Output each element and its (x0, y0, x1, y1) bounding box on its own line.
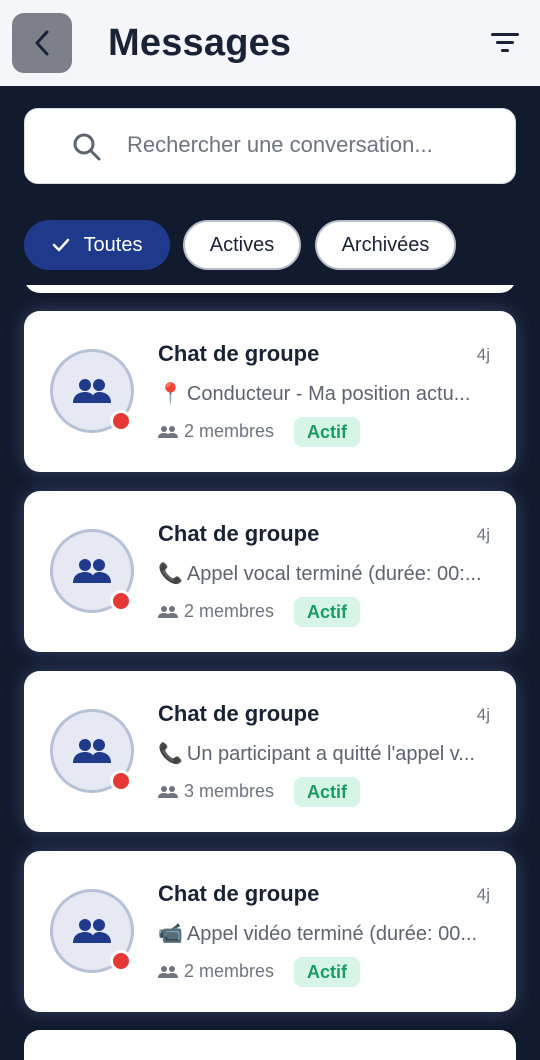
status-dot (110, 590, 132, 612)
check-icon (52, 238, 70, 252)
members-count: 2 membres (158, 601, 274, 622)
group-icon (73, 919, 111, 943)
filter-icon (491, 33, 519, 52)
search-bar[interactable] (24, 108, 516, 184)
filter-chip-archived-label: Archivées (341, 233, 430, 256)
members-label: 2 membres (184, 601, 275, 621)
status-badge: Actif (294, 957, 360, 987)
conversation-time: 4j (476, 345, 490, 364)
conversation-preview-text: Appel vidéo terminé (durée: 00... (186, 923, 478, 945)
conversation-preview: 📍 Conducteur - Ma position actu... (158, 381, 490, 406)
conversation-preview: 📞 Appel vocal terminé (durée: 00:... (158, 561, 490, 586)
conversation-preview-text: Conducteur - Ma position actu... (186, 383, 471, 405)
chevron-left-icon (35, 30, 49, 56)
conversation-card-partial[interactable] (24, 1030, 516, 1060)
conversation-preview: 📞 Un participant a quitté l'appel v... (158, 741, 490, 766)
filter-chip-all-label: Toutes (83, 233, 143, 256)
conversation-name: Chat de groupe (158, 701, 320, 726)
pin-icon: 📍 (158, 383, 183, 405)
conversation-preview-text: Appel vocal terminé (durée: 00:... (186, 563, 482, 585)
members-label: 2 membres (184, 961, 275, 981)
filter-chip-archived[interactable]: Archivées (315, 220, 456, 270)
status-badge: Actif (294, 777, 360, 807)
filter-chip-active[interactable]: Actives (183, 220, 301, 270)
people-icon (158, 785, 178, 799)
status-dot (110, 770, 132, 792)
group-icon (73, 379, 111, 403)
status-dot (110, 410, 132, 432)
conversation-list[interactable]: Chat de groupe 4j 📍 Conducteur - Ma posit… (0, 285, 540, 1060)
people-icon (158, 425, 178, 439)
page-title: Messages (108, 22, 292, 64)
header-bar: Messages (0, 0, 540, 86)
members-count: 2 membres (158, 961, 274, 982)
status-dot (110, 950, 132, 972)
conversation-preview-text: Un participant a quitté l'appel v... (186, 743, 475, 765)
conversation-card-partial[interactable] (24, 285, 516, 293)
conversation-card[interactable]: Chat de groupe 4j 📞 Appel vocal terminé (… (24, 491, 516, 652)
filter-button[interactable] (490, 30, 520, 56)
conversation-preview: 📹 Appel vidéo terminé (durée: 00... (158, 921, 490, 946)
status-badge: Actif (294, 417, 360, 447)
back-button[interactable] (12, 13, 72, 73)
search-icon (73, 133, 101, 161)
people-icon (158, 965, 178, 979)
phone-icon: 📞 (158, 743, 183, 765)
conversation-card[interactable]: Chat de groupe 4j 📹 Appel vidéo terminé (… (24, 851, 516, 1012)
group-icon (73, 559, 111, 583)
members-label: 3 membres (184, 781, 275, 801)
conversation-name: Chat de groupe (158, 521, 320, 546)
conversation-time: 4j (476, 525, 490, 544)
conversation-time: 4j (476, 705, 490, 724)
people-icon (158, 605, 178, 619)
search-input[interactable] (127, 127, 497, 163)
conversation-time: 4j (476, 885, 490, 904)
members-count: 2 membres (158, 421, 274, 442)
members-label: 2 membres (184, 421, 275, 441)
status-badge: Actif (294, 597, 360, 627)
group-icon (73, 739, 111, 763)
phone-icon: 📞 (158, 563, 183, 585)
filter-chip-active-label: Actives (209, 233, 275, 256)
conversation-card[interactable]: Chat de groupe 4j 📍 Conducteur - Ma posit… (24, 311, 516, 472)
conversation-name: Chat de groupe (158, 881, 320, 906)
filter-chip-all[interactable]: Toutes (24, 220, 170, 270)
video-camera-icon: 📹 (158, 923, 183, 945)
conversation-name: Chat de groupe (158, 341, 320, 366)
members-count: 3 membres (158, 781, 274, 802)
conversation-card[interactable]: Chat de groupe 4j 📞 Un participant a quit… (24, 671, 516, 832)
